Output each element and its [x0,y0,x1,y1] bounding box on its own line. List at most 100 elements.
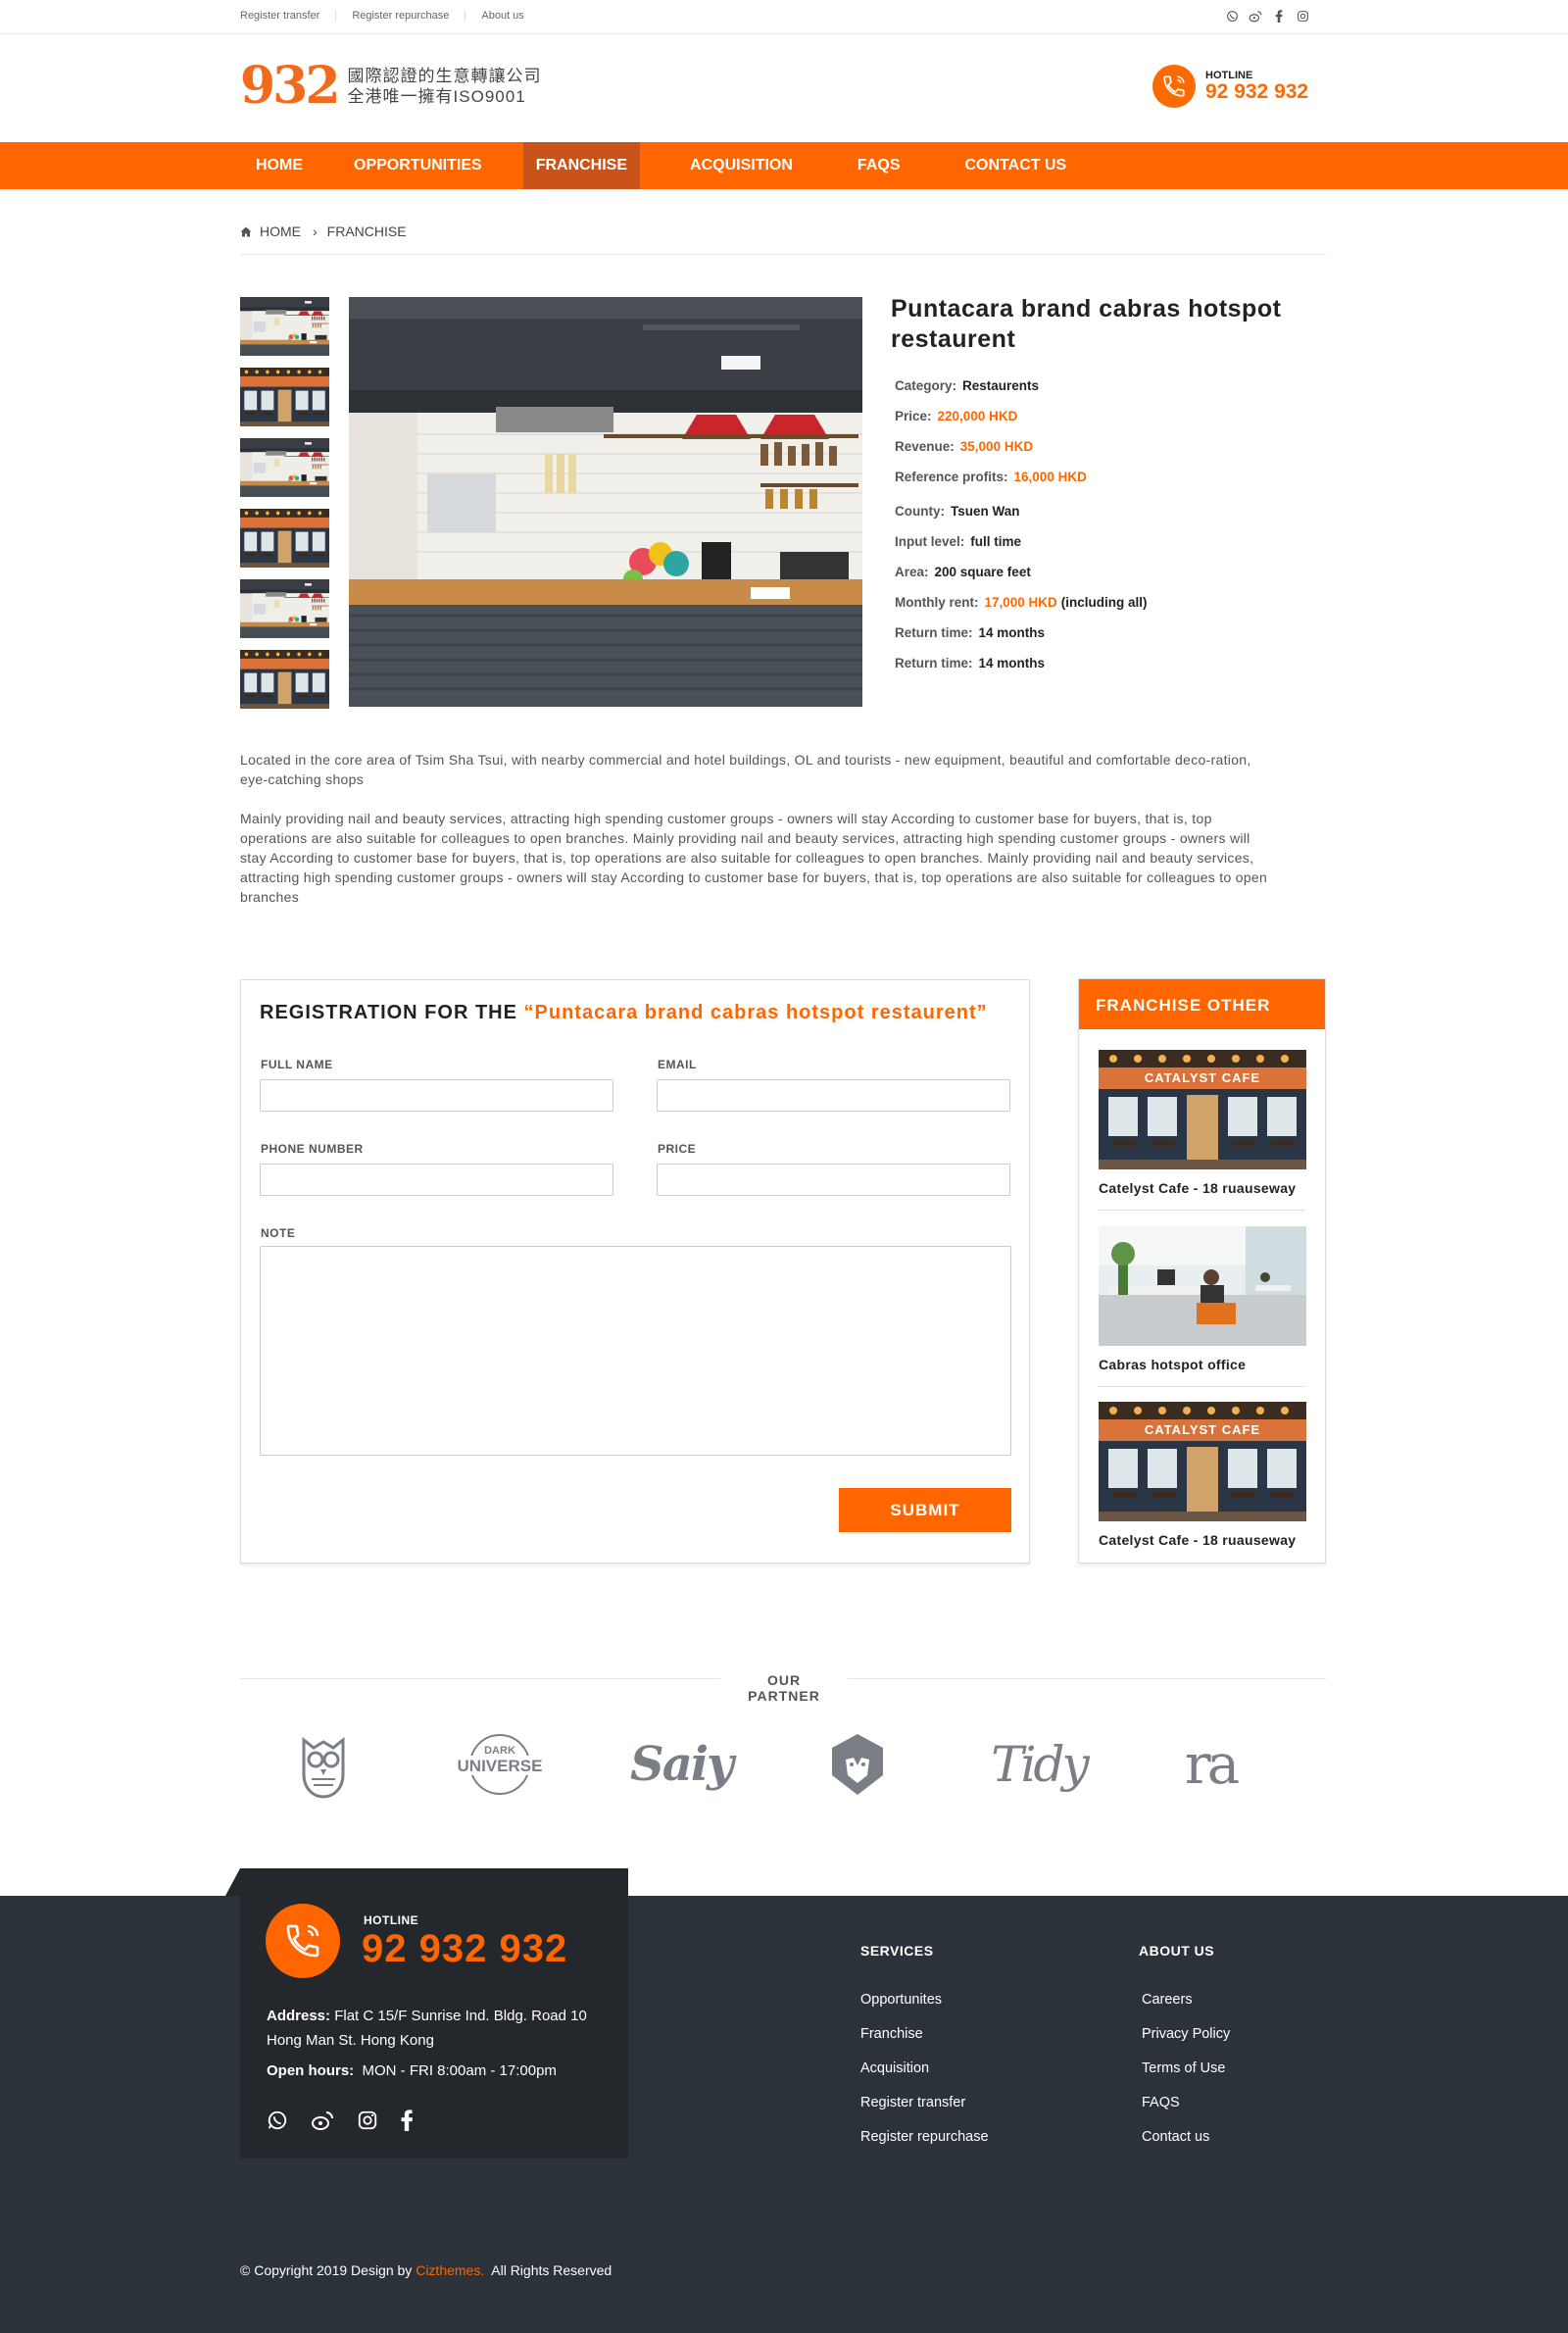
footer-link-careers[interactable]: Careers [1139,1992,1230,2026]
saiy-logo-text: Saiy [630,1737,734,1792]
info-row: Monthly rent: 17,000 HKD (including all) [891,593,1326,623]
footer-address: Address: Flat C 15/F Sunrise Ind. Bldg. … [267,2004,610,2053]
footer-link-contact-us[interactable]: Contact us [1139,2129,1230,2163]
register-repurchase-link[interactable]: Register repurchase [335,10,465,22]
info-value: 17,000 HKD [984,595,1057,610]
owl-logo[interactable] [279,1730,368,1799]
footer-about: ABOUT US Careers Privacy Policy Terms of… [1139,1943,1230,2163]
info-row: Reference profits: 16,000 HKD [891,468,1326,498]
price-input[interactable] [657,1164,1010,1196]
lion-logo[interactable] [804,1730,911,1799]
home-icon [240,223,252,239]
copyright-prefix: © Copyright 2019 Design by [240,2262,413,2278]
footer-link-register-transfer[interactable]: Register transfer [860,2095,989,2129]
submit-button[interactable]: SUBMIT [839,1488,1011,1532]
top-bar: Register transfer Register repurchase Ab… [0,0,1568,34]
facebook-icon[interactable] [1272,9,1286,23]
top-social-icons [1225,9,1309,23]
nav-contact-us[interactable]: CONTACT US [949,142,1082,189]
instagram-icon[interactable] [357,2110,378,2136]
thumbnail[interactable] [240,438,329,497]
thumbnail[interactable] [240,297,329,356]
dark-universe-top: DARK [484,1745,515,1757]
info-row: Price: 220,000 HKD [891,407,1326,437]
divider [848,1678,1326,1679]
saiy-logo[interactable]: Saiy [627,1730,735,1799]
footer-link-acquisition[interactable]: Acquisition [860,2060,989,2095]
instagram-icon[interactable] [1296,9,1309,23]
email-label: EMAIL [658,1058,697,1071]
nav-acquisition[interactable]: ACQUISITION [674,142,808,189]
services-title: SERVICES [860,1943,934,1959]
dark-universe-bottom: UNIVERSE [458,1757,543,1775]
listing-title: Puntacara brand cabras hotspot restauren… [891,295,1282,353]
footer-link-faqs[interactable]: FAQS [1139,2095,1230,2129]
description-paragraph: Mainly providing nail and beauty service… [240,811,1268,905]
nav-franchise[interactable]: FRANCHISE [522,142,641,189]
footer-link-opportunites[interactable]: Opportunites [860,1992,989,2026]
franchise-other-item[interactable]: CATALYST CAFE Catelyst Cafe - 18 ruausew… [1099,1402,1306,1548]
breadcrumb-home[interactable]: HOME [260,223,301,239]
cafe-sign: CATALYST CAFE [1144,1422,1261,1437]
whatsapp-icon[interactable] [1225,9,1239,23]
thumbnail[interactable] [240,368,329,426]
thumbnail[interactable] [240,509,329,568]
footer-link-franchise[interactable]: Franchise [860,2026,989,2060]
thumbnail[interactable] [240,579,329,638]
email-input[interactable] [657,1079,1010,1112]
divider [240,1678,720,1679]
info-label: Input level: [895,534,965,549]
site-logo[interactable]: 932 國際認證的生意轉讓公司 全港唯一擁有ISO9001 [240,61,542,112]
logo-tagline-line1: 國際認證的生意轉讓公司 [347,67,542,85]
phone-number-input[interactable] [260,1164,613,1196]
register-transfer-link[interactable]: Register transfer [240,10,335,22]
ra-logo-text: ra [1184,1732,1240,1797]
header-hotline[interactable]: HOTLINE 92 932 932 [1152,65,1308,108]
full-name-input[interactable] [260,1079,613,1112]
thumbnail[interactable] [240,650,329,709]
footer-link-register-repurchase[interactable]: Register repurchase [860,2129,989,2163]
about-us-link[interactable]: About us [465,10,539,22]
phone-icon [266,1904,340,1978]
footer-social-icons [267,2110,414,2136]
franchise-other-item[interactable]: CATALYST CAFE Catelyst Cafe - 18 ruausew… [1099,1050,1306,1211]
weibo-icon[interactable] [311,2110,334,2136]
dark-universe-logo[interactable]: DARK UNIVERSE [446,1730,554,1799]
info-label: Return time: [895,656,973,670]
info-label: Return time: [895,625,973,640]
info-row: Input level: full time [891,532,1326,563]
footer-hotline-label: HOTLINE [364,1913,419,1927]
weibo-icon[interactable] [1249,9,1262,23]
franchise-other-item[interactable]: Cabras hotspot office [1099,1226,1306,1387]
franchise-other-title: FRANCHISE OTHER [1079,979,1325,1029]
listing-info: Category: Restaurents Price: 220,000 HKD Rev… [891,376,1326,684]
footer-hotline-number[interactable]: 92 932 932 [362,1927,567,1971]
logo-number: 932 [240,56,341,116]
phone-number-label: PHONE NUMBER [261,1142,364,1156]
address-label: Address: [267,2008,331,2024]
nav-opportunities[interactable]: OPPORTUNITIES [338,142,498,189]
info-label: Monthly rent: [895,595,979,610]
footer-link-privacy-policy[interactable]: Privacy Policy [1139,2026,1230,2060]
franchise-other-photo [1099,1226,1306,1346]
franchise-other-item-title: Cabras hotspot office [1099,1357,1247,1372]
tidy-logo-text: Tidy [991,1736,1090,1793]
copyright-brand-link[interactable]: Cizthemes. [416,2262,484,2278]
logo-tagline: 國際認證的生意轉讓公司 全港唯一擁有ISO9001 [348,66,542,107]
footer-link-terms-of-use[interactable]: Terms of Use [1139,2060,1230,2095]
info-suffix: (including all) [1060,595,1148,610]
registration-title-prefix: REGISTRATION FOR THE [260,1002,517,1023]
footer-services: SERVICES Opportunites Franchise Acquisit… [860,1943,989,2163]
whatsapp-icon[interactable] [267,2110,288,2136]
note-textarea[interactable] [260,1246,1011,1456]
main-listing-photo [349,297,862,707]
registration-title: REGISTRATION FOR THE “Puntacara brand ca… [260,1002,988,1024]
logo-tagline-line2: 全港唯一擁有ISO9001 [347,87,526,106]
nav-faqs[interactable]: FAQS [842,142,916,189]
facebook-icon[interactable] [401,2110,414,2136]
ra-logo[interactable]: ra [1156,1730,1264,1799]
franchise-other-sidebar: FRANCHISE OTHER CATALYST CAFE Catelyst C… [1078,978,1326,1564]
tidy-logo[interactable]: Tidy [985,1730,1093,1799]
nav-home[interactable]: HOME [240,142,318,189]
main-nav: HOME OPPORTUNITIES FRANCHISE ACQUISITION… [0,142,1568,189]
